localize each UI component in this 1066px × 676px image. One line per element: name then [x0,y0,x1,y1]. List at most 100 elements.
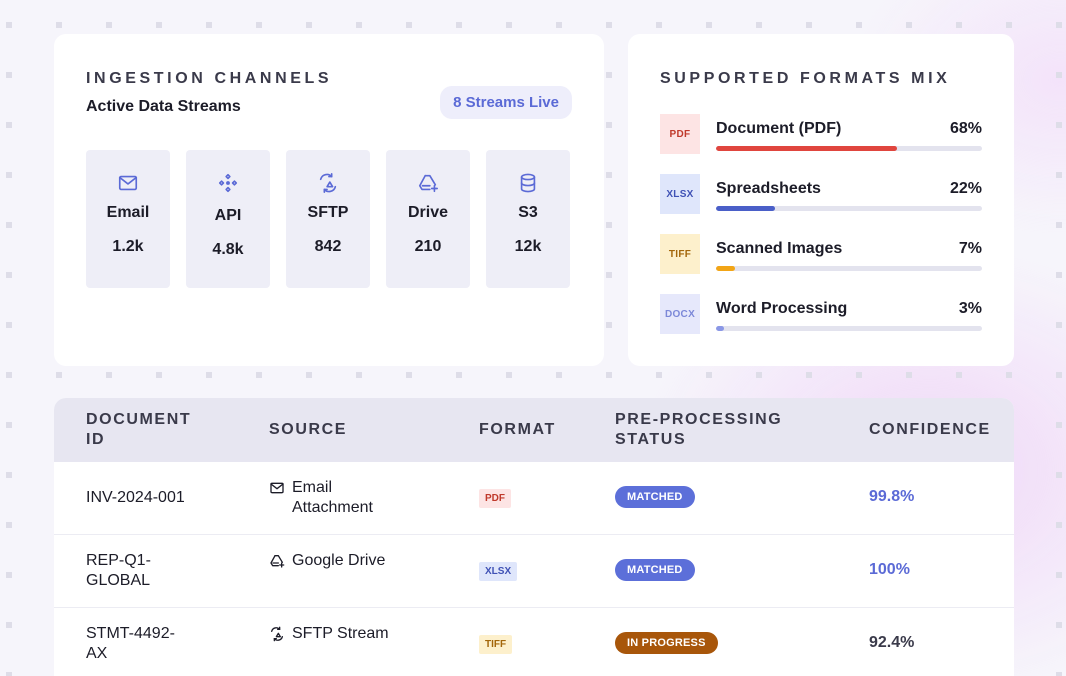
sftp-sync-icon [319,173,337,193]
channel-email[interactable]: Email 1.2k [86,150,170,288]
documents-table: DOCUMENT ID SOURCE FORMAT PRE-PROCESSING… [54,398,1014,676]
format-progress-track [716,326,982,331]
mail-icon [270,482,284,494]
column-header-document-id[interactable]: DOCUMENT ID [86,410,206,450]
background-dot [106,22,112,28]
background-dot [806,22,812,28]
background-dot [906,372,912,378]
background-dot [6,572,12,578]
column-header-format[interactable]: FORMAT [479,420,556,440]
format-row-docx: DOCX Word Processing 3% [660,294,982,334]
channel-label: S3 [518,204,538,221]
format-progress-track [716,266,982,271]
background-dot [856,372,862,378]
background-dot [406,22,412,28]
source-label: Google Drive [292,552,386,569]
background-dot [156,372,162,378]
background-dot [1056,622,1062,628]
column-header-confidence[interactable]: CONFIDENCE [869,420,991,440]
background-dot [856,22,862,28]
background-dot [456,22,462,28]
formats-title: SUPPORTED FORMATS MIX [660,70,951,87]
status-badge: MATCHED [615,486,695,508]
format-name: Document (PDF) [716,120,842,137]
format-name: Scanned Images [716,240,843,257]
database-icon [520,173,536,193]
ingestion-title: INGESTION CHANNELS [86,70,333,87]
format-tag: XLSX [479,562,518,581]
format-progress-track [716,146,982,151]
background-dot [756,22,762,28]
source-label: SFTP Stream [292,625,389,642]
channel-label: API [214,207,242,224]
channel-drive[interactable]: Drive 210 [386,150,470,288]
background-dot [456,372,462,378]
format-row-xlsx: XLSX Spreadsheets 22% [660,174,982,214]
background-dot [606,172,612,178]
background-dot [756,372,762,378]
channel-label: SFTP [307,204,349,221]
background-dot [706,372,712,378]
column-header-status[interactable]: PRE-PROCESSING STATUS [615,410,805,450]
table-row[interactable]: INV-2024-001 Email Attachment PDF MATCHE… [54,462,1014,535]
background-dot [156,22,162,28]
background-dot [956,22,962,28]
background-dot [356,22,362,28]
background-dot [606,322,612,328]
background-dot [356,372,362,378]
api-icon [218,173,238,193]
background-dot [1056,122,1062,128]
background-dot [706,22,712,28]
status-badge: IN PROGRESS [615,632,718,654]
background-dot [906,22,912,28]
format-row-tiff: TIFF Scanned Images 7% [660,234,982,274]
format-percent: 22% [949,180,982,197]
mail-icon [118,175,138,191]
table-row[interactable]: REP-Q1-GLOBAL Google Drive XLSX MATCHED … [54,535,1014,608]
channel-count: 842 [314,238,342,255]
background-dot [806,372,812,378]
background-dot [306,22,312,28]
background-dot [6,672,12,676]
background-dot [556,22,562,28]
background-dot [606,372,612,378]
background-dot [6,622,12,628]
xlsx-file-icon: XLSX [660,174,700,214]
drive-icon [270,555,285,568]
background-dot [256,372,262,378]
format-progress-fill [716,206,775,211]
ingestion-subtitle: Active Data Streams [86,98,241,115]
channel-label: Email [106,204,150,221]
supported-formats-card: SUPPORTED FORMATS MIX PDF Document (PDF)… [628,34,1014,366]
format-tag: PDF [479,489,511,508]
table-row[interactable]: STMT-4492-AX SFTP Stream TIFF IN PROGRES… [54,608,1014,676]
streams-live-badge[interactable]: 8 Streams Live [440,86,572,119]
format-tag: TIFF [479,635,513,654]
confidence-value: 99.8% [869,488,915,505]
column-header-source[interactable]: SOURCE [269,420,347,440]
format-progress-track [716,206,982,211]
background-dot [6,372,12,378]
channel-api[interactable]: API 4.8k [186,150,270,288]
background-dot [1056,572,1062,578]
channel-s3[interactable]: S3 12k [486,150,570,288]
background-dot [306,372,312,378]
channel-sftp[interactable]: SFTP 842 [286,150,370,288]
channel-label: Drive [407,204,449,221]
background-dot [6,322,12,328]
format-progress-fill [716,146,897,151]
background-dot [6,22,12,28]
source-label: Email Attachment [292,479,373,516]
background-dot [6,522,12,528]
background-dot [256,22,262,28]
source-cell: SFTP Stream [269,624,419,644]
background-dot [56,22,62,28]
sftp-sync-icon [271,626,283,642]
background-dot [1056,472,1062,478]
channel-count: 12k [514,238,542,255]
pdf-file-icon: PDF [660,114,700,154]
background-dot [1056,72,1062,78]
background-dot [956,372,962,378]
background-dot [6,222,12,228]
source-cell: Google Drive [269,551,419,571]
